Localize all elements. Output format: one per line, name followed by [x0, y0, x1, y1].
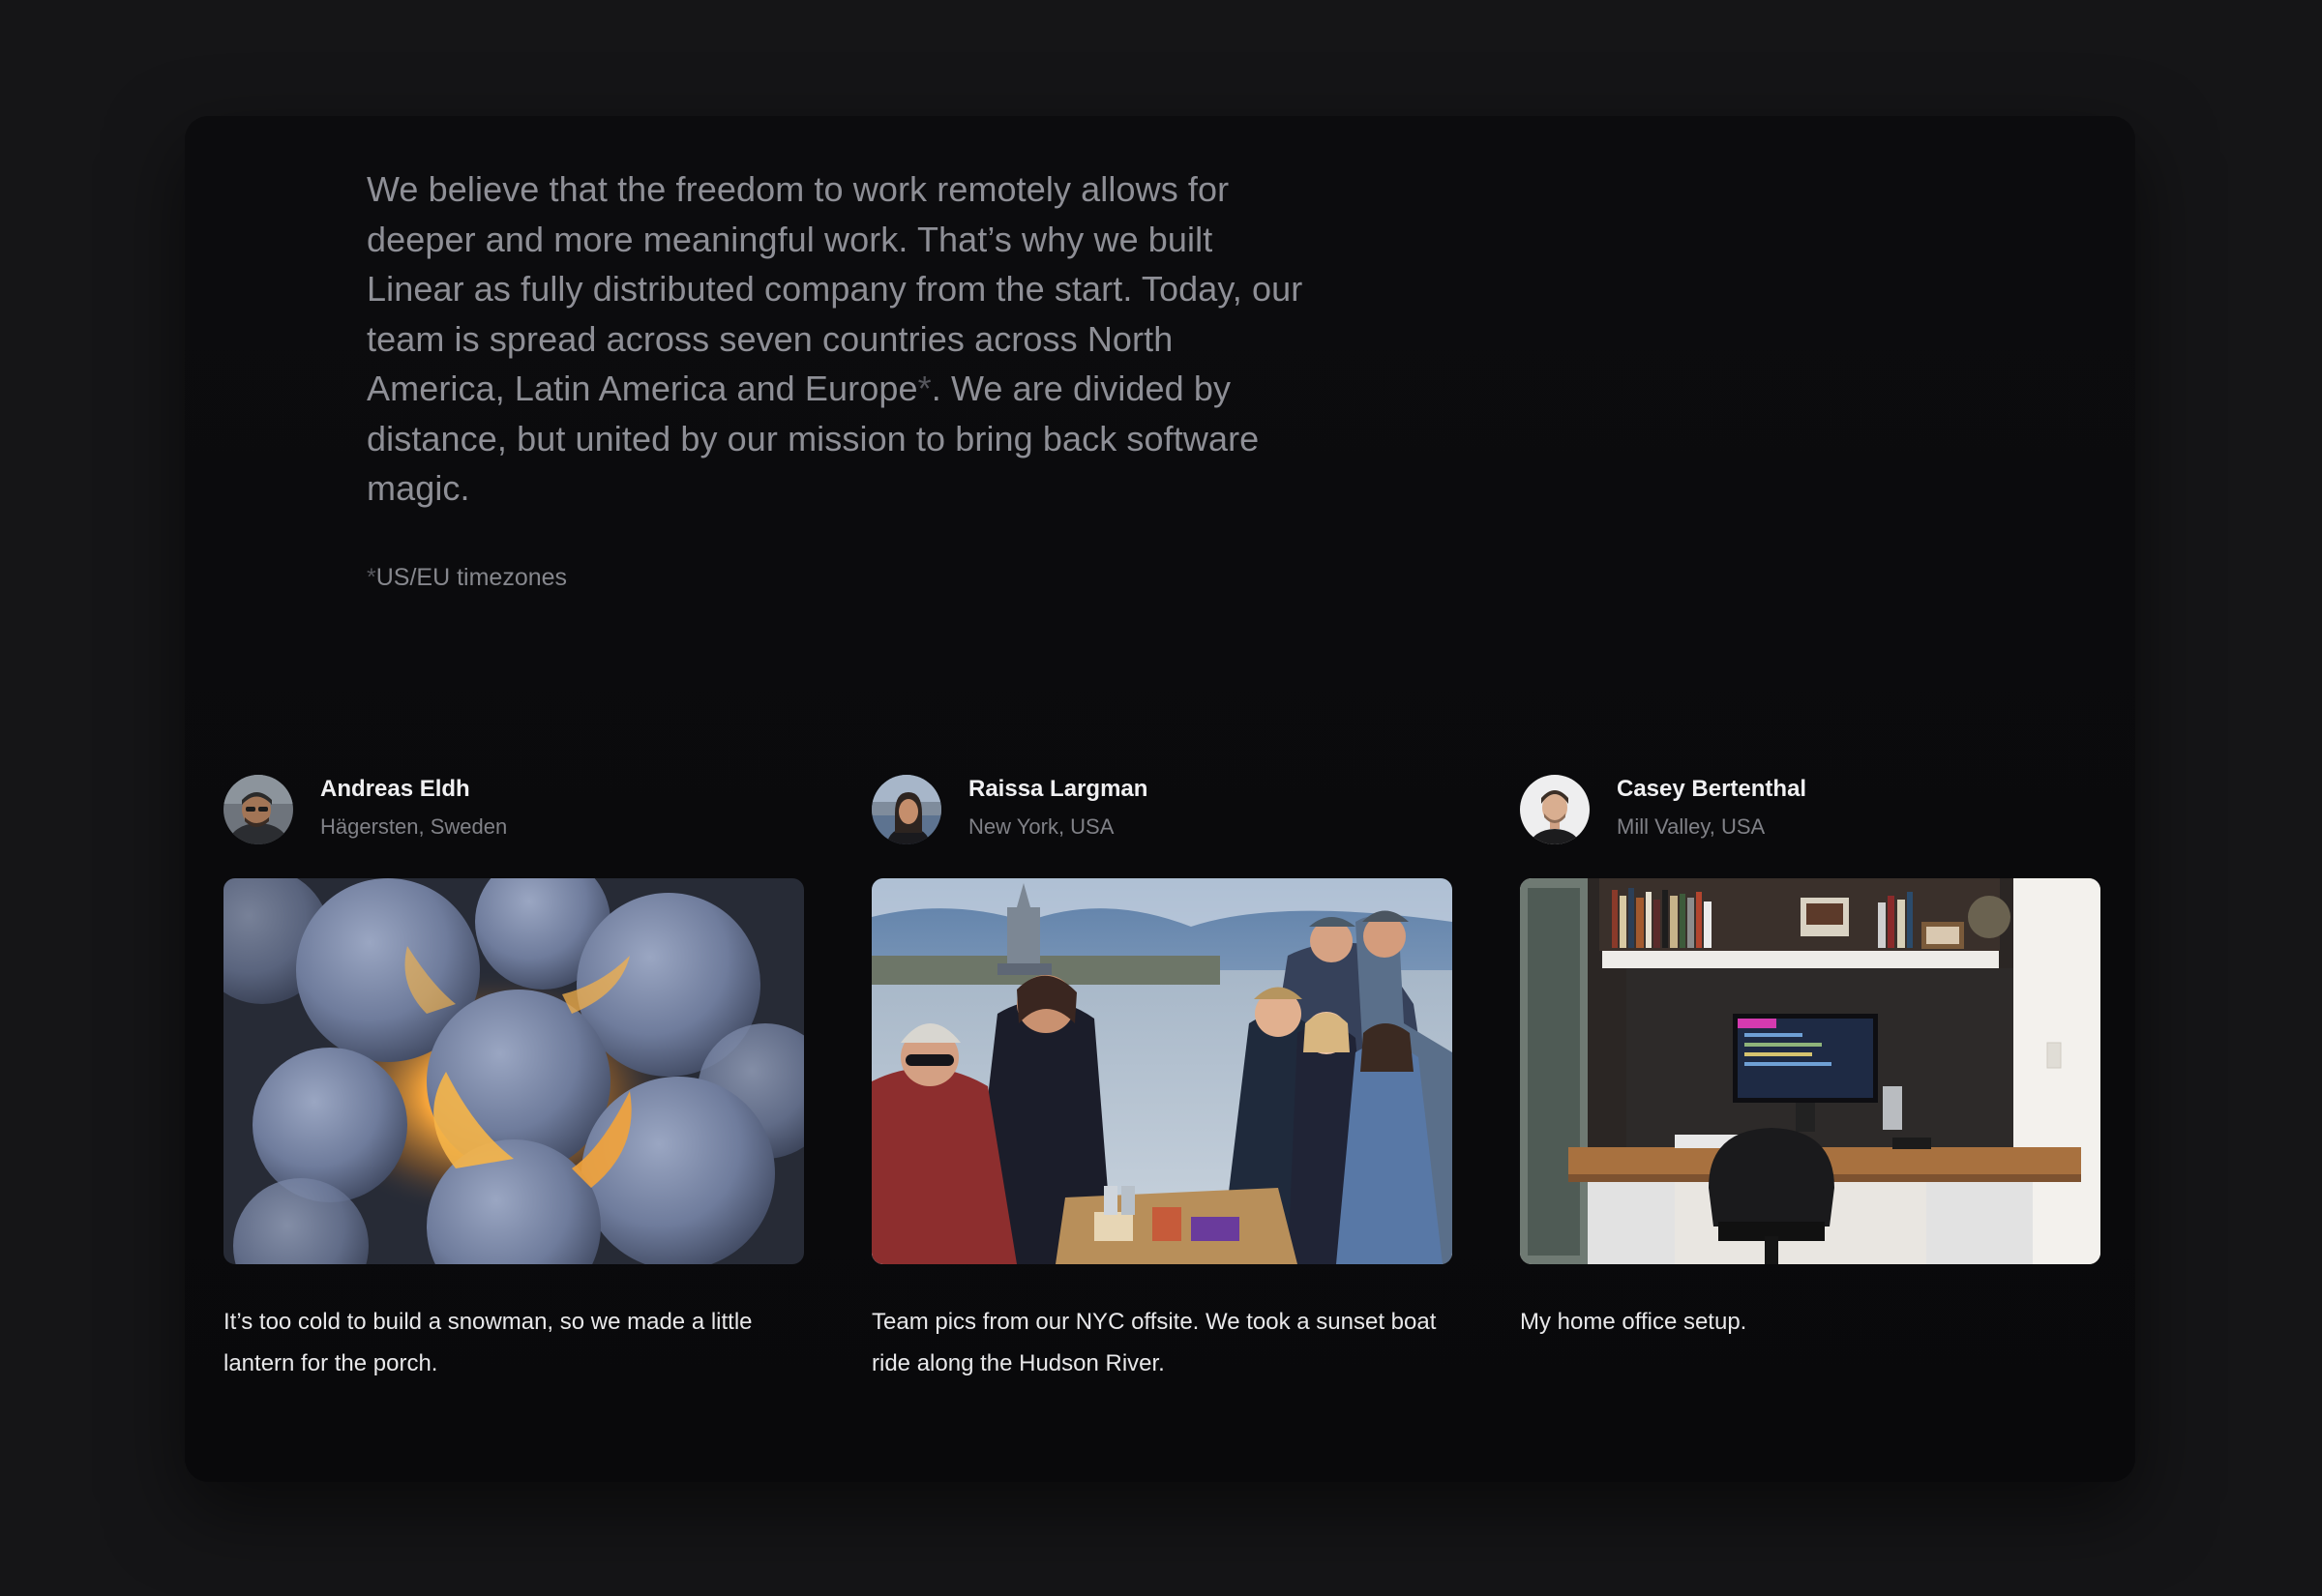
- intro-asterisk: *: [917, 369, 932, 408]
- footnote-star: *: [367, 564, 376, 591]
- author-name[interactable]: Casey Bertenthal: [1617, 776, 1806, 803]
- post-header: Casey Bertenthal Mill Valley, USA: [1520, 774, 2100, 847]
- author-name[interactable]: Andreas Eldh: [320, 776, 470, 803]
- post-photo-home-office[interactable]: [1520, 878, 2100, 1264]
- post-card-casey: Casey Bertenthal Mill Valley, USA My hom…: [1520, 774, 2100, 1335]
- avatar[interactable]: [872, 775, 941, 844]
- post-header: Andreas Eldh Hägersten, Sweden: [223, 774, 804, 847]
- avatar[interactable]: [223, 775, 293, 844]
- timezone-footnote: *US/EU timezones: [367, 564, 567, 592]
- avatar[interactable]: [1520, 775, 1590, 844]
- post-caption: Team pics from our NYC offsite. We took …: [872, 1309, 1437, 1376]
- post-header: Raissa Largman New York, USA: [872, 774, 1452, 847]
- footnote-text: US/EU timezones: [375, 564, 568, 591]
- author-location: Hägersten, Sweden: [320, 814, 508, 839]
- author-location: Mill Valley, USA: [1617, 814, 1766, 839]
- remote-team-panel: We believe that the freedom to work remo…: [185, 116, 2135, 1482]
- post-card-raissa: Raissa Largman New York, USA Team pics f…: [872, 774, 1452, 1376]
- intro-paragraph: We believe that the freedom to work remo…: [367, 164, 1315, 514]
- author-location: New York, USA: [968, 814, 1115, 839]
- author-name[interactable]: Raissa Largman: [968, 776, 1147, 803]
- post-card-andreas: Andreas Eldh Hägersten, Sweden It’s too …: [223, 774, 804, 1376]
- post-caption: My home office setup.: [1520, 1309, 1747, 1335]
- post-photo-boat-group[interactable]: [872, 878, 1452, 1264]
- post-caption: It’s too cold to build a snowman, so we …: [223, 1309, 753, 1376]
- post-photo-snow-lantern[interactable]: [223, 878, 804, 1264]
